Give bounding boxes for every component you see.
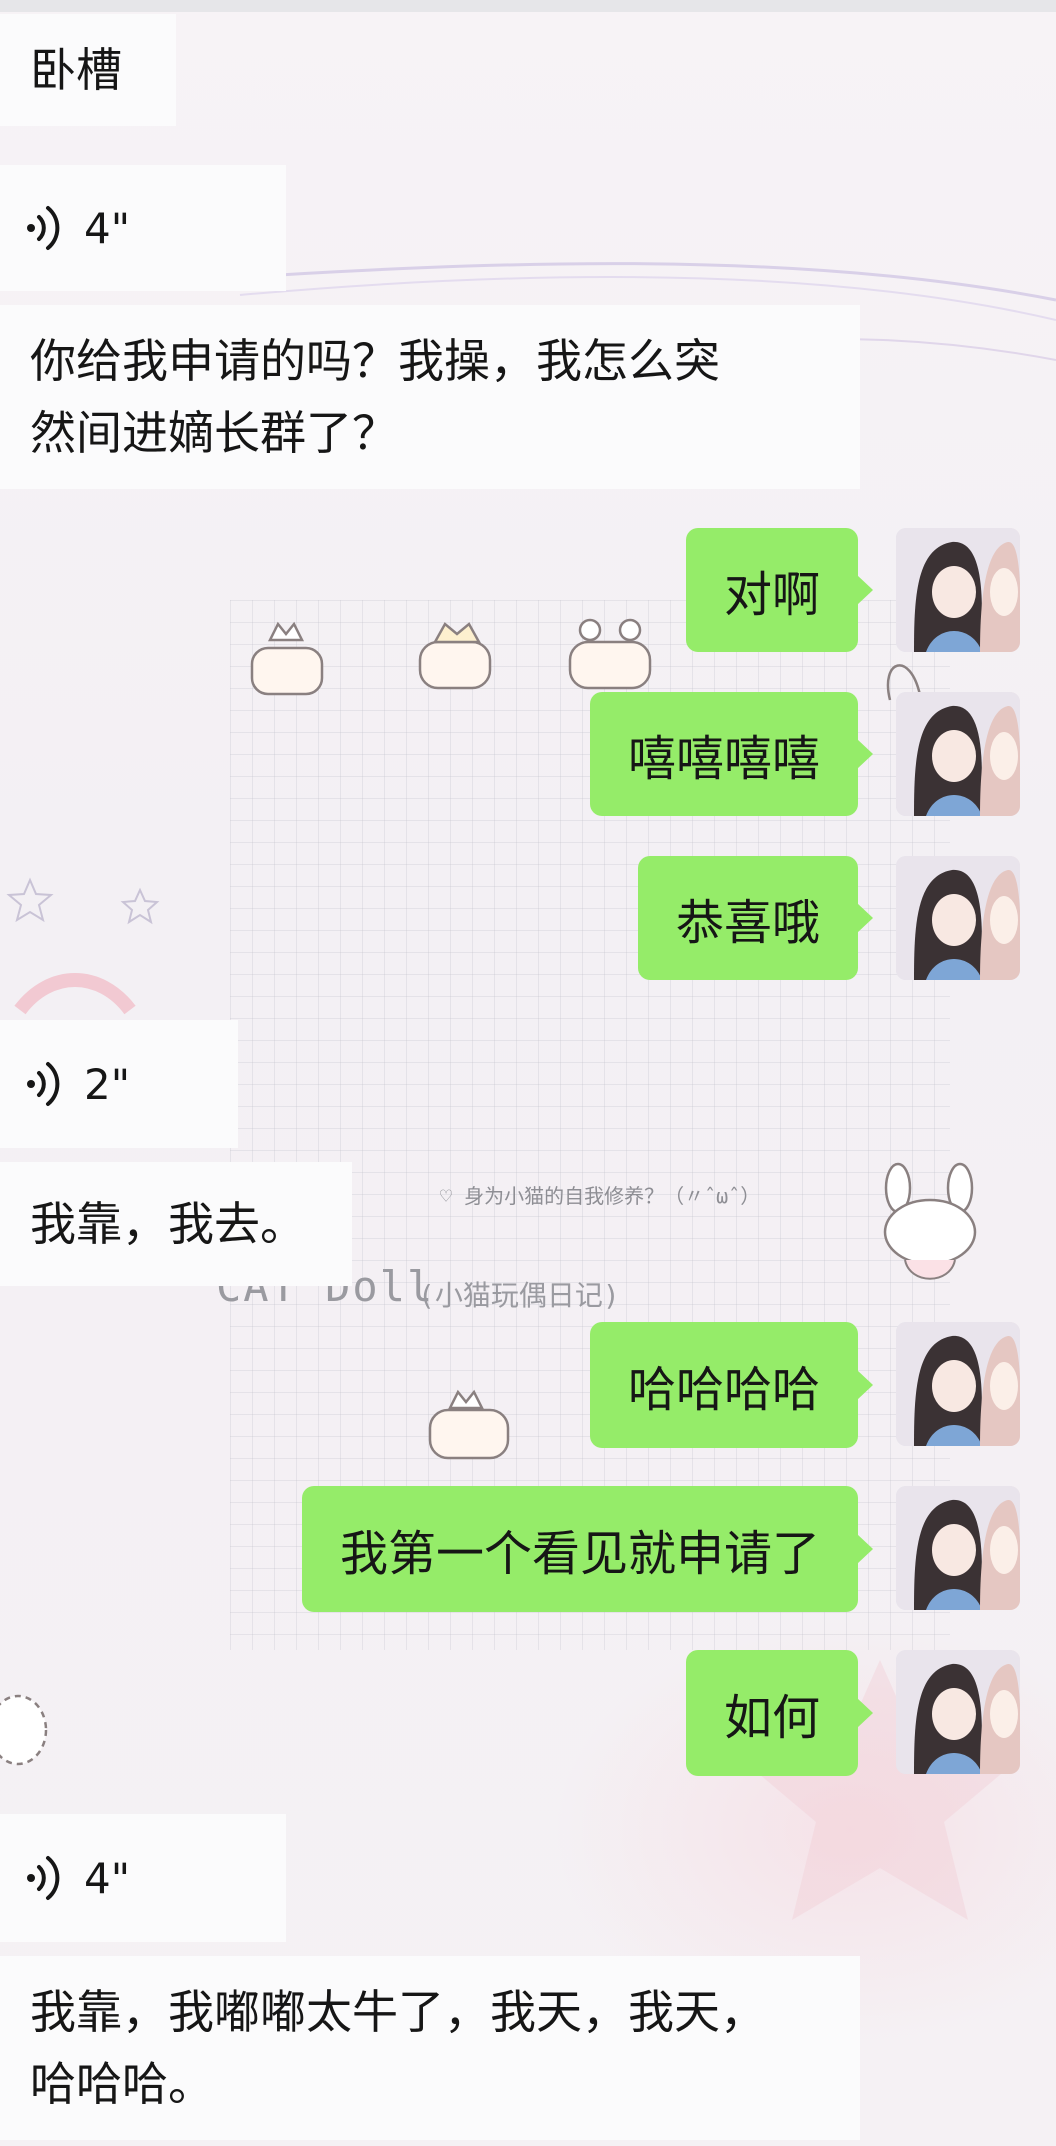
incoming-message-1[interactable]: 卧槽 [0, 14, 176, 126]
voice-duration: 2" [84, 1059, 131, 1109]
voice-duration: 4" [84, 1853, 131, 1903]
background-cake-lower [428, 1389, 510, 1460]
avatar-image [896, 1486, 1020, 1610]
voice-wave-icon [27, 1062, 60, 1106]
user-avatar[interactable] [896, 692, 1020, 816]
background-bunny [883, 1162, 977, 1280]
incoming-voice-message-2[interactable]: 2" [0, 1020, 238, 1148]
voice-wave-icon [27, 206, 60, 250]
background-subtitle: (小猫玩偶日记) [418, 1279, 620, 1312]
incoming-message-3[interactable]: 我靠，我去。 [0, 1162, 352, 1286]
outgoing-message-5[interactable]: 我第一个看见就申请了 [301, 1486, 874, 1612]
user-avatar[interactable] [896, 528, 1020, 652]
outgoing-message-3[interactable]: 恭喜哦 [637, 856, 874, 980]
avatar-image [896, 1322, 1020, 1446]
outgoing-message-1[interactable]: 对啊 [685, 528, 874, 652]
voice-duration: 4" [84, 203, 131, 253]
incoming-message-2[interactable]: 你给我申请的吗？我操，我怎么突 然间进嫡长群了？ [0, 305, 860, 489]
user-avatar[interactable] [896, 1650, 1020, 1774]
user-avatar[interactable] [896, 1486, 1020, 1610]
background-caption: ♡ 身为小猫的自我修养？（〃ˆωˆ） [440, 1184, 761, 1208]
background-bunny-left [0, 1694, 48, 1766]
voice-wave-icon [27, 1856, 60, 1900]
incoming-message-4[interactable]: 我靠，我嘟嘟太牛了，我天，我天， 哈哈哈。 [0, 1956, 860, 2140]
user-avatar[interactable] [896, 856, 1020, 980]
avatar-image [896, 528, 1020, 652]
background-stars [6, 877, 160, 1015]
avatar-image [896, 692, 1020, 816]
avatar-image [896, 1650, 1020, 1774]
outgoing-message-4[interactable]: 哈哈哈哈 [589, 1322, 874, 1448]
status-strip [0, 0, 1056, 12]
outgoing-message-6[interactable]: 如何 [685, 1650, 874, 1776]
incoming-voice-message-3[interactable]: 4" [0, 1814, 286, 1942]
avatar-image [896, 856, 1020, 980]
incoming-voice-message-1[interactable]: 4" [0, 165, 286, 291]
outgoing-message-2[interactable]: 嘻嘻嘻嘻 [589, 692, 874, 816]
user-avatar[interactable] [896, 1322, 1020, 1446]
